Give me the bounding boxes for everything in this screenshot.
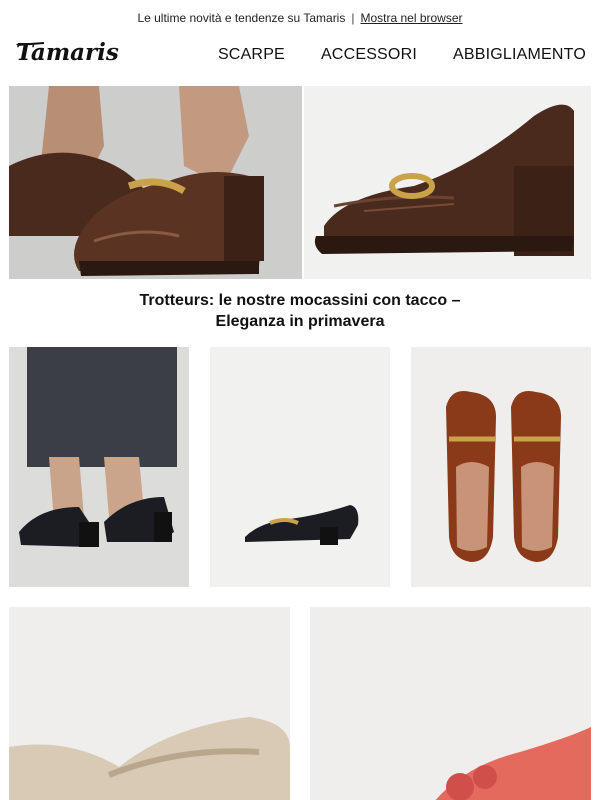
hero-banner[interactable] [9, 86, 591, 279]
view-in-browser-link[interactable]: Mostra nel browser [360, 11, 462, 25]
hero-image-worn-loafers[interactable] [9, 86, 302, 279]
product-tile-black-loafer[interactable] [210, 347, 390, 587]
site-header: Tamaris SCARPE ACCESSORI ABBIGLIAMENTO [0, 36, 600, 80]
nav-item-abbigliamento[interactable]: ABBIGLIAMENTO [453, 46, 586, 64]
product-tile-beige-loafer[interactable] [9, 607, 290, 800]
product-grid-two [9, 607, 591, 800]
tamaris-logo[interactable]: Tamaris [14, 38, 159, 68]
product-tile-black-loafers-worn[interactable] [9, 347, 189, 587]
preheader-separator: | [351, 11, 355, 25]
main-nav: SCARPE ACCESSORI ABBIGLIAMENTO [218, 46, 586, 64]
section-headline: Trotteurs: le nostre mocassini con tacco… [0, 290, 600, 332]
preheader-bar: Le ultime novità e tendenze su Tamaris |… [0, 0, 600, 36]
headline-line-1: Trotteurs: le nostre mocassini con tacco… [139, 292, 461, 309]
nav-item-accessori[interactable]: ACCESSORI [321, 46, 417, 64]
headline-line-2: Eleganza in primavera [215, 313, 385, 330]
product-tile-coral-loafer[interactable] [310, 607, 591, 800]
product-grid-three [9, 347, 591, 587]
preheader-text: Le ultime novità e tendenze su Tamaris [137, 11, 346, 25]
nav-item-scarpe[interactable]: SCARPE [218, 46, 285, 64]
product-tile-cognac-loafers[interactable] [411, 347, 591, 587]
hero-image-loafer-product[interactable] [304, 86, 591, 279]
